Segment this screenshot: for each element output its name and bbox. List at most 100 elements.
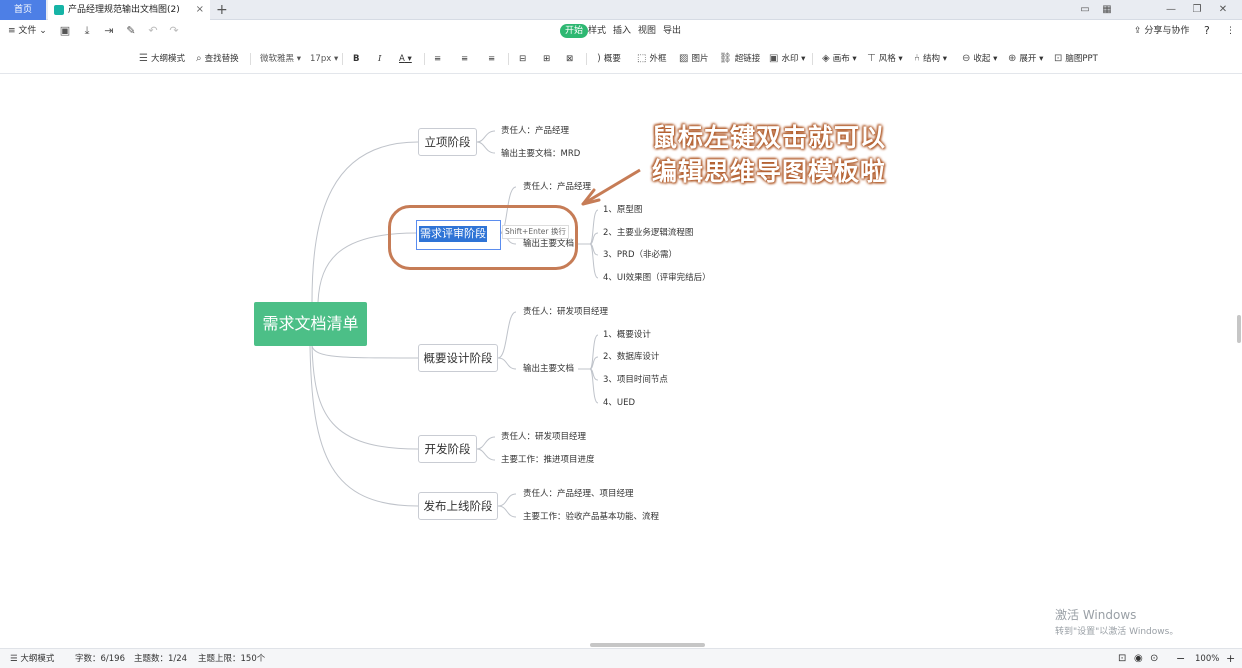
stage2-item[interactable]: 3、PRD（非必需） (603, 249, 677, 261)
stage4-owner[interactable]: 责任人：研发项目经理 (501, 431, 586, 443)
close-tab-icon[interactable]: × (196, 0, 204, 20)
watermark-button[interactable]: ▣ 水印 ▾ (769, 52, 805, 66)
bold-button[interactable]: B (353, 52, 359, 66)
stage2-item[interactable]: 2、主要业务逻辑流程图 (603, 227, 693, 239)
redo-icon[interactable]: ↷ (167, 24, 181, 38)
export-icon[interactable]: ⇥ (102, 24, 116, 38)
grid-icon[interactable]: ▦ (1096, 0, 1118, 20)
stage5-owner[interactable]: 责任人：产品经理、项目经理 (523, 488, 634, 500)
stage1-owner[interactable]: 责任人：产品经理 (501, 125, 569, 137)
frame-button[interactable]: ⬚ 外框 (637, 52, 666, 66)
tab-style[interactable]: 样式 (588, 20, 606, 42)
divider (586, 53, 587, 65)
restore-icon[interactable]: ❐ (1186, 0, 1208, 20)
format-painter-icon[interactable]: ✎ (124, 24, 138, 38)
collapse-button[interactable]: ⊖ 收起 ▾ (962, 52, 997, 66)
tab-start[interactable]: 开始 (560, 24, 589, 38)
mindmap-ppt-button[interactable]: ⊡ 脑图PPT (1054, 52, 1098, 66)
link-button[interactable]: ⛓ 超链接 (719, 52, 760, 66)
plus-circle-icon: ⊕ (1008, 53, 1017, 64)
locate-icon[interactable]: ⊙ (1150, 649, 1158, 668)
align-left-icon[interactable]: ≡ (434, 52, 441, 66)
insert-child-icon[interactable]: ⊞ (543, 52, 550, 66)
align-center-icon[interactable]: ≡ (461, 52, 468, 66)
new-tab-button[interactable]: + (216, 0, 228, 20)
stage5-work[interactable]: 主要工作：验收产品基本功能、流程 (523, 511, 659, 523)
insert-parent-icon[interactable]: ⊠ (566, 52, 573, 66)
zoom-in-button[interactable]: + (1226, 649, 1235, 668)
chevron-down-icon: ▾ (1036, 54, 1044, 64)
tab-insert[interactable]: 插入 (613, 20, 631, 42)
insert-sibling-icon[interactable]: ⊟ (519, 52, 526, 66)
tab-document[interactable]: 产品经理规范输出文档图(2) × (48, 0, 210, 20)
layout-icon[interactable]: ▭ (1074, 0, 1096, 20)
minimize-icon[interactable]: — (1160, 0, 1182, 20)
stage-node-development[interactable]: 开发阶段 (418, 435, 477, 463)
chevron-down-icon: ▾ (895, 54, 903, 64)
find-replace-button[interactable]: ⌕ 查找替换 (196, 52, 239, 66)
stage-node-release[interactable]: 发布上线阶段 (418, 492, 498, 520)
divider (508, 53, 509, 65)
stage4-work[interactable]: 主要工作：推进项目进度 (501, 454, 595, 466)
font-color-button[interactable]: A ▾ (399, 52, 412, 66)
undo-icon[interactable]: ↶ (146, 24, 160, 38)
stage3-item[interactable]: 1、概要设计 (603, 329, 651, 341)
stage3-item[interactable]: 4、UED (603, 397, 635, 409)
zoom-out-button[interactable]: − (1176, 649, 1185, 668)
app-logo-icon (54, 5, 64, 15)
stage2-owner[interactable]: 责任人：产品经理 (523, 181, 591, 193)
root-node[interactable]: 需求文档清单 (254, 302, 367, 346)
stage-node-initiation[interactable]: 立项阶段 (418, 128, 477, 156)
stage-node-review[interactable]: 需求评审阶段 (419, 226, 487, 242)
divider (812, 53, 813, 65)
menu-file[interactable]: ≡ 文件 ⌄ (8, 20, 47, 42)
fit-screen-icon[interactable]: ⊡ (1118, 649, 1126, 668)
status-outline-mode[interactable]: ☰ 大纲模式 (10, 649, 54, 668)
stage2-item[interactable]: 4、UI效果图（评审完结后） (603, 272, 711, 284)
save-icon[interactable]: ▣ (58, 24, 72, 38)
tab-view[interactable]: 视图 (638, 20, 656, 42)
title-bar: 首页 产品经理规范输出文档图(2) × + ▭ ▦ — ❐ ✕ (0, 0, 1242, 20)
font-size-select[interactable]: 17px ▾ (310, 52, 338, 66)
help-button[interactable]: ? (1204, 20, 1210, 42)
stage-node-design[interactable]: 概要设计阶段 (418, 344, 498, 372)
stage1-output[interactable]: 输出主要文档：MRD (501, 148, 580, 160)
stage3-item[interactable]: 2、数据库设计 (603, 351, 659, 363)
align-right-icon[interactable]: ≡ (488, 52, 495, 66)
tab-export[interactable]: 导出 (663, 20, 681, 42)
font-select[interactable]: 微软雅黑 ▾ (260, 52, 301, 66)
share-icon: ⇪ (1134, 26, 1145, 36)
hamburger-icon: ≡ (8, 26, 19, 36)
stage3-item[interactable]: 3、项目时间节点 (603, 374, 668, 386)
vertical-scrollbar[interactable] (1237, 315, 1241, 343)
more-icon[interactable]: ⋮ (1226, 20, 1235, 42)
annotation-callout: 鼠标左键双击就可以 编辑思维导图模板啦 (652, 121, 886, 189)
mindmap-canvas[interactable]: 需求文档清单 立项阶段 责任人：产品经理 输出主要文档：MRD 需求评审阶段 S… (0, 75, 1242, 647)
tab-home[interactable]: 首页 (0, 0, 46, 20)
horizontal-scrollbar[interactable] (590, 643, 705, 647)
topic-count: 主题数：1/24 (134, 654, 188, 664)
stage2-item[interactable]: 1、原型图 (603, 204, 642, 216)
stage2-output[interactable]: 输出主要文档 (523, 238, 574, 250)
download-icon[interactable]: ⤓ (80, 24, 94, 38)
chevron-down-icon: ▾ (294, 54, 301, 64)
structure-button[interactable]: ⑃ 结构 ▾ (914, 52, 947, 66)
image-button[interactable]: ▨ 图片 (679, 52, 708, 66)
minus-circle-icon: ⊖ (962, 53, 971, 64)
eye-icon[interactable]: ◉ (1134, 649, 1143, 668)
style-button[interactable]: ⊤ 风格 ▾ (867, 52, 903, 66)
outline-mode-button[interactable]: ☰ 大纲模式 (139, 52, 185, 66)
stage3-owner[interactable]: 责任人：研发项目经理 (523, 306, 608, 318)
status-bar: ☰ 大纲模式 字数：6/196 主题数：1/24 主题上限：150个 ⊡ ◉ ⊙… (0, 648, 1242, 668)
divider (342, 53, 343, 65)
share-button[interactable]: ⇪ 分享与协作 (1134, 20, 1189, 42)
chevron-down-icon: ▾ (331, 54, 339, 64)
close-window-icon[interactable]: ✕ (1212, 0, 1234, 20)
chevron-down-icon: ▾ (404, 54, 412, 64)
italic-button[interactable]: I (378, 52, 381, 66)
stage3-output[interactable]: 输出主要文档 (523, 363, 574, 375)
expand-button[interactable]: ⊕ 展开 ▾ (1008, 52, 1043, 66)
summary-button[interactable]: ) 概要 (597, 52, 621, 66)
canvas-button[interactable]: ◈ 画布 ▾ (822, 52, 857, 66)
zoom-level[interactable]: 100% (1195, 649, 1219, 668)
